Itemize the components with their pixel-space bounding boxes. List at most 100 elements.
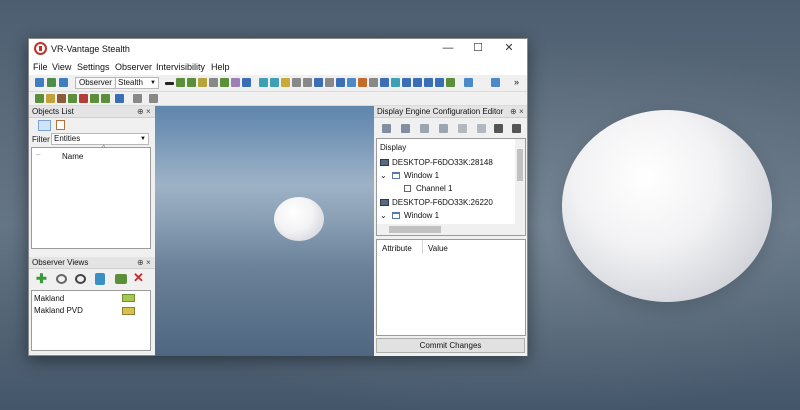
observer-mode-select[interactable]: Stealth ▼ (115, 77, 159, 89)
tool-icon-4[interactable] (325, 78, 334, 87)
expander-icon[interactable]: ⌄ (380, 209, 387, 222)
tree-item-host-1[interactable]: DESKTOP-F6DO33K:28148 (380, 156, 493, 169)
sec-icon-9[interactable] (133, 94, 142, 103)
link-icon[interactable] (56, 274, 67, 284)
edit-icon[interactable] (95, 273, 105, 285)
horizontal-scrollbar[interactable] (377, 224, 525, 235)
maximize-button[interactable]: ☐ (463, 41, 493, 56)
pin-icon[interactable]: ⊕ (510, 106, 517, 118)
tool-icon-13[interactable] (424, 78, 433, 87)
tool-icon-3[interactable] (314, 78, 323, 87)
column-header-attribute[interactable]: Attribute (382, 244, 412, 253)
attribute-table[interactable]: Attribute Value (376, 239, 526, 336)
panel-close-icon[interactable]: × (146, 257, 151, 269)
entity-icon-4[interactable] (209, 78, 218, 87)
arrow-icon[interactable] (165, 82, 174, 85)
tree-item-window-1[interactable]: ⌄ Window 1 (380, 169, 439, 182)
tool-icon-6[interactable] (347, 78, 356, 87)
wrench-icon[interactable] (512, 124, 521, 133)
scrollbar-thumb[interactable] (517, 149, 523, 181)
commit-changes-button[interactable]: Commit Changes (376, 338, 525, 353)
sec-icon-10[interactable] (149, 94, 158, 103)
entity-icon-6[interactable] (231, 78, 240, 87)
title-bar[interactable]: VR-Vantage Stealth — ☐ ✕ (29, 39, 527, 59)
list-item[interactable]: Makland PVD (34, 305, 150, 317)
back-icon[interactable] (464, 78, 473, 87)
chain-icon[interactable] (75, 274, 86, 284)
sec-icon-7[interactable] (101, 94, 110, 103)
camera-icon-1[interactable] (259, 78, 268, 87)
tool-icon-7[interactable] (358, 78, 367, 87)
tool-icon-11[interactable] (402, 78, 411, 87)
display-add-icon[interactable] (401, 124, 410, 133)
settings-icon[interactable] (491, 78, 500, 87)
sec-icon-1[interactable] (35, 94, 44, 103)
column-header-name[interactable]: Name (62, 152, 83, 161)
menu-view[interactable]: View (52, 62, 71, 72)
entity-icon-2[interactable] (187, 78, 196, 87)
light-icon[interactable] (281, 78, 290, 87)
sec-icon-4[interactable] (68, 94, 77, 103)
pin-icon[interactable]: ⊕ (137, 106, 144, 118)
minimize-button[interactable]: — (433, 41, 463, 56)
objects-list-table[interactable]: – ^ Name (31, 145, 151, 249)
menu-file[interactable]: File (33, 62, 48, 72)
add-view-icon[interactable]: ✚ (36, 272, 47, 285)
delete-view-icon[interactable]: ✕ (133, 271, 144, 285)
channel-remove-icon[interactable] (477, 124, 486, 133)
observer-views-list[interactable]: Makland Makland PVD (31, 290, 151, 351)
sec-icon-6[interactable] (90, 94, 99, 103)
display-tree[interactable]: Display DESKTOP-F6DO33K:28148 ⌄ Window 1… (376, 138, 526, 236)
sphere-object[interactable] (274, 197, 324, 241)
tree-item-display[interactable]: Display (380, 141, 406, 154)
tool-icon-14[interactable] (435, 78, 444, 87)
tool-icon-12[interactable] (413, 78, 422, 87)
documents-tab-icon[interactable] (56, 120, 65, 130)
tree-item-host-2[interactable]: DESKTOP-F6DO33K:26220 (380, 196, 493, 209)
vertical-scrollbar[interactable] (515, 139, 525, 224)
view-icon-2[interactable] (47, 78, 56, 87)
tool-icon-1[interactable] (292, 78, 301, 87)
tool-icon-5[interactable] (336, 78, 345, 87)
pin-icon[interactable]: ⊕ (137, 257, 144, 269)
panel-close-icon[interactable]: × (146, 106, 151, 118)
menu-help[interactable]: Help (211, 62, 230, 72)
entity-icon-5[interactable] (220, 78, 229, 87)
menu-intervisibility[interactable]: Intervisibility (156, 62, 205, 72)
tool-icon-2[interactable] (303, 78, 312, 87)
tool-icon-10[interactable] (391, 78, 400, 87)
column-header-value[interactable]: Value (428, 244, 448, 253)
tool-icon-8[interactable] (369, 78, 378, 87)
camera-icon-2[interactable] (270, 78, 279, 87)
view-icon-3[interactable] (59, 78, 68, 87)
camera-view-icon[interactable] (115, 274, 127, 284)
network-icon[interactable] (242, 78, 251, 87)
tools-icon[interactable] (494, 124, 503, 133)
3d-viewport[interactable] (155, 106, 374, 356)
sec-icon-5[interactable] (79, 94, 88, 103)
sec-icon-3[interactable] (57, 94, 66, 103)
tool-icon-15[interactable] (446, 78, 455, 87)
filter-select[interactable]: Entities ▼ (51, 133, 149, 145)
window-add-icon[interactable] (420, 124, 429, 133)
expander-icon[interactable]: ⌄ (380, 169, 387, 182)
tree-item-channel-1[interactable]: Channel 1 (404, 182, 452, 195)
display-icon[interactable] (382, 124, 391, 133)
window-remove-icon[interactable] (439, 124, 448, 133)
close-button[interactable]: ✕ (494, 41, 524, 56)
panel-close-icon[interactable]: × (519, 106, 524, 118)
entity-icon-1[interactable] (176, 78, 185, 87)
entity-icon-3[interactable] (198, 78, 207, 87)
view-icon-1[interactable] (35, 78, 44, 87)
entities-tab-icon[interactable] (38, 120, 51, 131)
tool-icon-9[interactable] (380, 78, 389, 87)
sec-icon-8[interactable] (115, 94, 124, 103)
menu-observer[interactable]: Observer (115, 62, 152, 72)
scrollbar-thumb[interactable] (389, 226, 441, 233)
menu-settings[interactable]: Settings (77, 62, 110, 72)
toolbar-overflow-icon[interactable]: » (514, 77, 519, 87)
list-item[interactable]: Makland (34, 293, 150, 305)
tree-item-window-2[interactable]: ⌄ Window 1 (380, 209, 439, 222)
channel-add-icon[interactable] (458, 124, 467, 133)
sec-icon-2[interactable] (46, 94, 55, 103)
